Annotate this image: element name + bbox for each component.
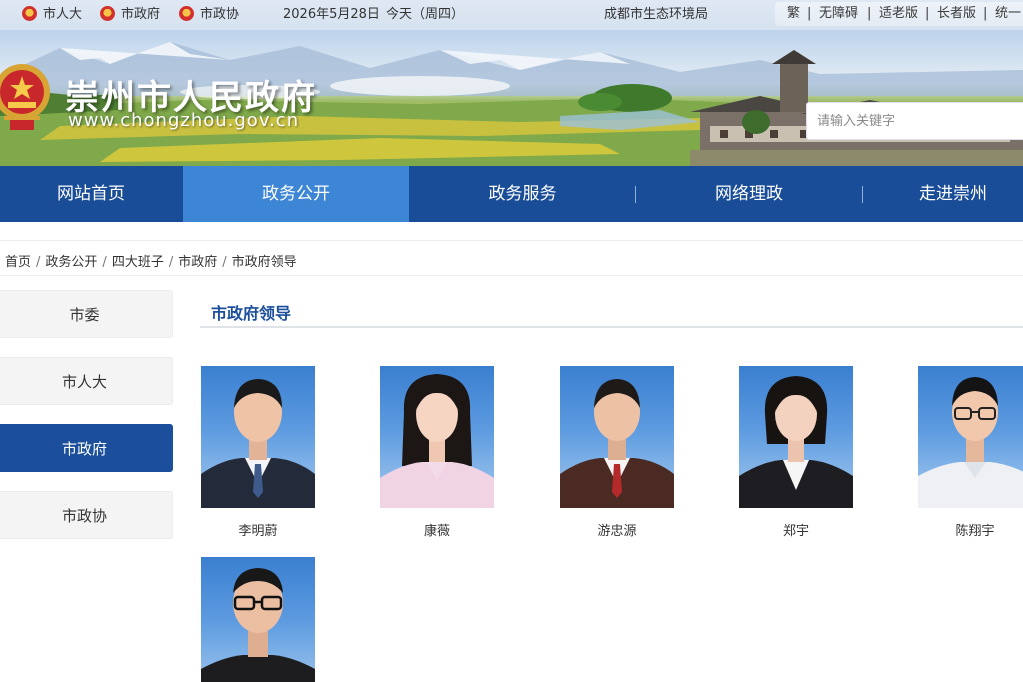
breadcrumb-separator: / — [168, 255, 174, 270]
search-box[interactable] — [806, 102, 1023, 140]
nav-home[interactable]: 网站首页 — [0, 166, 182, 222]
national-emblem-icon — [0, 64, 50, 130]
leader-card[interactable]: 游忠源 — [560, 366, 674, 539]
top-link-government[interactable]: 市政府 — [100, 6, 160, 24]
breadcrumb-gov-affairs[interactable]: 政务公开 — [45, 255, 97, 270]
portrait-man-glasses-suit — [201, 568, 315, 682]
nav-online-governance[interactable]: 网络理政 — [636, 166, 862, 222]
breadcrumb-home[interactable]: 首页 — [5, 255, 31, 270]
sidebar-item-party-committee[interactable]: 市委 — [0, 290, 173, 338]
leader-photo[interactable] — [201, 557, 315, 682]
site-url: www.chongzhou.gov.cn — [68, 110, 300, 131]
leader-card[interactable]: 李明蔚 — [201, 366, 315, 539]
portrait-man-suit — [201, 379, 315, 508]
divider: | — [867, 6, 872, 21]
leader-card[interactable]: 陈翔宇 — [918, 366, 1023, 539]
nav-government-affairs[interactable]: 政务公开 — [183, 166, 409, 222]
breadcrumb-current[interactable]: 市政府领导 — [232, 255, 297, 270]
divider: | — [925, 6, 930, 21]
leader-name[interactable]: 陈翔宇 — [918, 520, 1023, 539]
breadcrumb: 首页 / 政务公开 / 四大班子 / 市政府 / 市政府领导 — [5, 251, 297, 270]
elder-mode-button[interactable]: 适老版 — [879, 5, 918, 23]
leader-card[interactable] — [201, 557, 315, 682]
date-text: 2026年5月28日 — [283, 7, 380, 22]
header-banner: 崇州市人民政府 www.chongzhou.gov.cn — [0, 30, 1023, 166]
top-link-label: 市政协 — [200, 7, 240, 22]
top-link-rendа[interactable]: 市人大 — [22, 6, 82, 24]
unified-button[interactable]: 统一 — [995, 5, 1021, 23]
top-bar: ⁠⸱ 市人大 市政府 市政协 2026年5月28日 今天（周四） 成都市生态环境… — [0, 0, 1023, 30]
section-title: 市政府领导 — [211, 304, 292, 323]
breadcrumb-separator: / — [102, 255, 107, 270]
leader-photo[interactable] — [918, 366, 1023, 508]
leader-name[interactable]: 康薇 — [380, 520, 494, 539]
sidebar-item-peoples-congress[interactable]: 市人大 — [0, 357, 173, 405]
weekday-text: 今天（周四） — [386, 7, 465, 22]
sidebar-item-cppcc[interactable]: 市政协 — [0, 491, 173, 539]
leader-photo[interactable] — [560, 366, 674, 508]
divider: | — [983, 6, 988, 21]
nav-services[interactable]: 政务服务 — [410, 166, 635, 222]
breadcrumb-separator: / — [36, 255, 41, 270]
top-link-label: 市政府 — [121, 7, 161, 22]
leader-name[interactable]: 李明蔚 — [201, 520, 315, 539]
leader-photo[interactable] — [201, 366, 315, 508]
senior-edition-button[interactable]: 长者版 — [937, 5, 976, 23]
breadcrumb-city-government[interactable]: 市政府 — [178, 255, 217, 270]
leader-name[interactable]: 郑宇 — [739, 520, 853, 539]
emblem-icon — [100, 6, 115, 21]
portrait-woman-blouse — [380, 374, 494, 508]
accessibility-button[interactable]: 无障碍 — [819, 5, 858, 23]
leader-name[interactable]: 游忠源 — [560, 520, 674, 539]
portrait-woman-suit — [739, 376, 853, 508]
leader-card[interactable]: 郑宇 — [739, 366, 853, 539]
search-input[interactable] — [807, 103, 1023, 139]
sidebar-item-government[interactable]: 市政府 — [0, 424, 173, 472]
top-link-cppcc[interactable]: 市政协 — [179, 6, 239, 24]
leader-photo[interactable] — [380, 366, 494, 508]
portrait-man-glasses-shirt — [918, 377, 1023, 508]
breadcrumb-bar: 首页 / 政务公开 / 四大班子 / 市政府 / 市政府领导 — [0, 240, 1023, 276]
breadcrumb-four-bodies[interactable]: 四大班子 — [112, 255, 164, 270]
leader-card[interactable]: 康薇 — [380, 366, 494, 539]
top-link-label: 市人大 — [43, 7, 83, 22]
main-nav: 网站首页 政务公开 政务服务 网络理政 走进崇州 — [0, 166, 1023, 222]
portrait-man-red-tie — [560, 379, 674, 508]
leader-photo[interactable] — [739, 366, 853, 508]
traditional-chinese-button[interactable]: 繁 — [787, 5, 800, 23]
nav-about-chongzhou[interactable]: 走进崇州 — [863, 166, 1023, 222]
emblem-icon — [179, 6, 194, 21]
divider: | — [807, 6, 812, 21]
department-link[interactable]: 成都市生态环境局 — [604, 6, 708, 24]
section-divider — [200, 326, 1023, 328]
emblem-icon — [22, 6, 37, 21]
breadcrumb-separator: / — [222, 255, 227, 270]
accessibility-tools: 繁 | 无障碍 | 适老版 | 长者版 | 统一 — [775, 2, 1023, 26]
